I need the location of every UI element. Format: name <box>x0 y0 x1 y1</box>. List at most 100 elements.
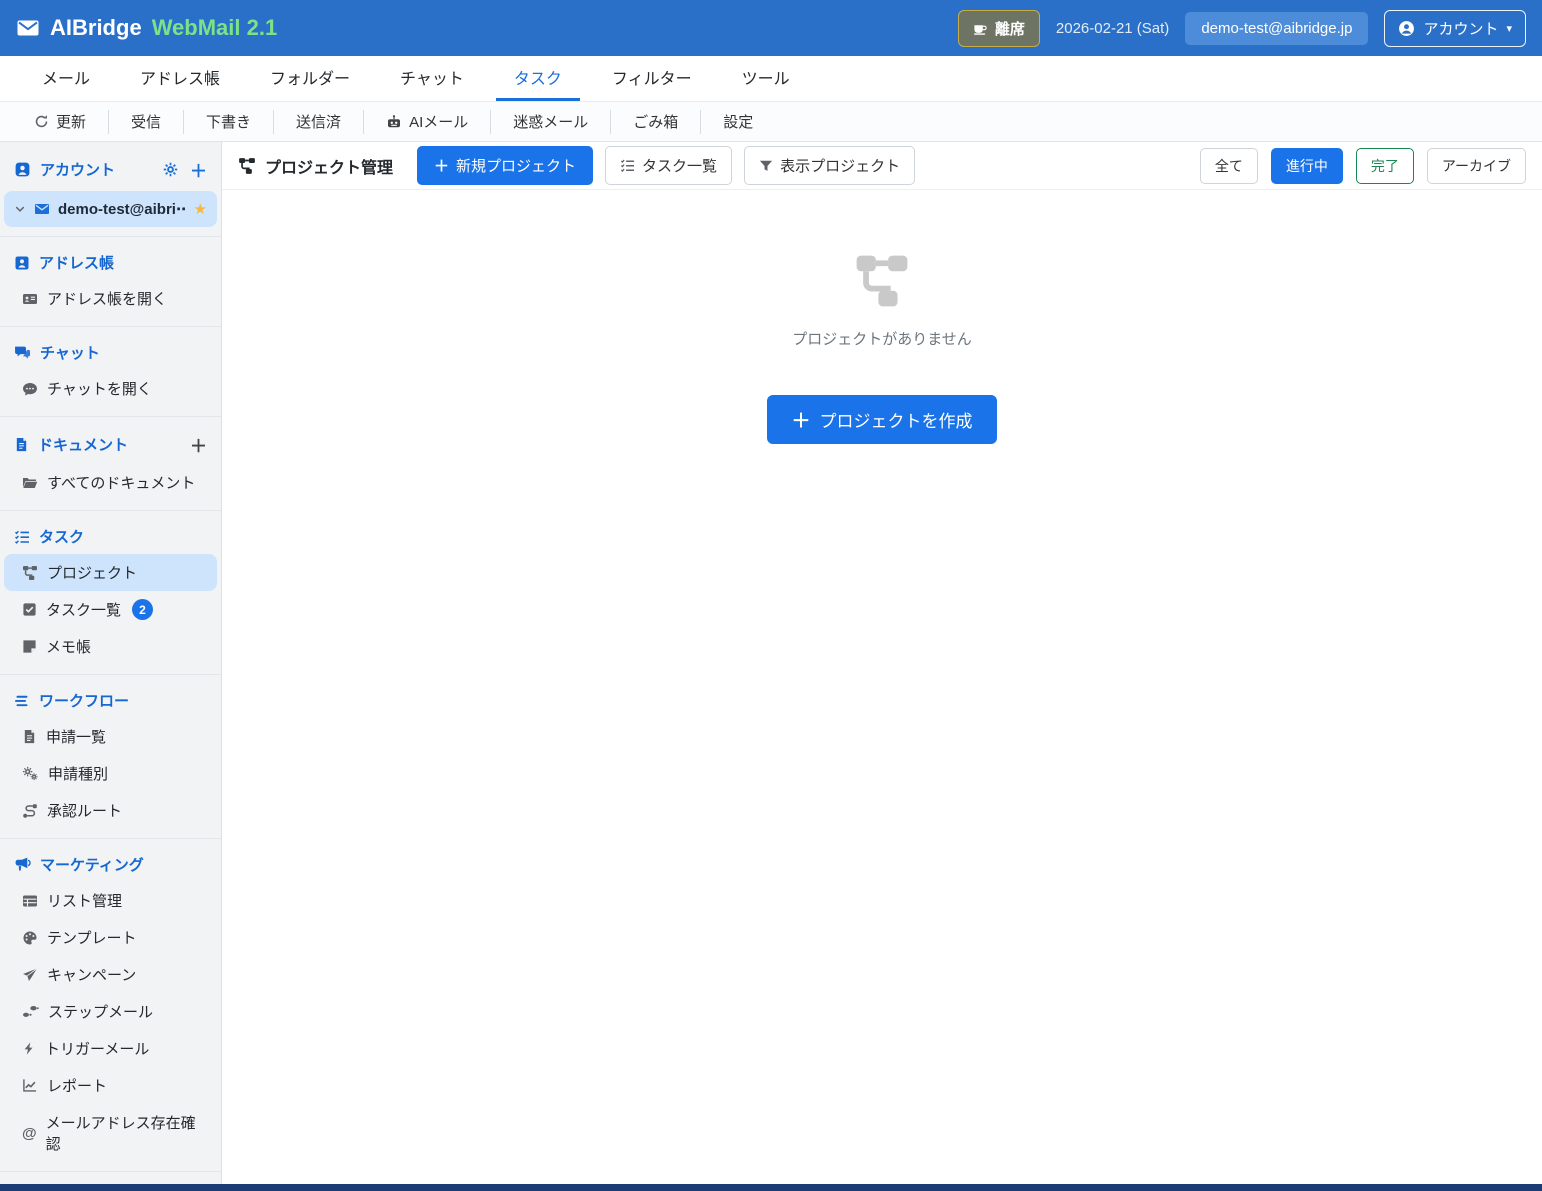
palette-icon <box>22 930 38 946</box>
logged-in-email: demo-test@aibridge.jp <box>1185 12 1368 45</box>
sidebar-item-campaigns[interactable]: キャンペーン <box>0 956 221 993</box>
current-date: 2026-02-21 (Sat) <box>1056 20 1169 37</box>
trash-button[interactable]: ごみ箱 <box>611 110 701 134</box>
envelope-icon <box>34 201 50 217</box>
sidebar-item-projects[interactable]: プロジェクト <box>4 554 217 591</box>
tab-tasks[interactable]: タスク <box>496 56 580 101</box>
section-tasks: タスク プロジェクト タスク一覧 2 <box>0 511 221 675</box>
gears-icon <box>22 765 39 782</box>
tab-tools[interactable]: ツール <box>724 56 808 101</box>
plus-icon[interactable]: ＋ <box>190 157 207 182</box>
content-panel: プロジェクト管理 ＋ 新規プロジェクト タスク一覧 表示プロジェクト <box>222 142 1542 1191</box>
brand: AIBridge WebMail 2.1 <box>16 15 277 41</box>
refresh-button[interactable]: 更新 <box>12 110 109 134</box>
inbox-button[interactable]: 受信 <box>109 110 184 134</box>
filter-all-button[interactable]: 全て <box>1200 148 1258 184</box>
note-icon <box>22 639 37 654</box>
filter-icon <box>759 159 773 173</box>
route-icon <box>22 803 38 819</box>
sidebar-item-all-documents[interactable]: すべてのドキュメント <box>0 464 221 501</box>
shoe-prints-icon <box>22 1004 39 1019</box>
coffee-cup-icon <box>973 21 988 36</box>
envelope-icon <box>16 16 40 40</box>
sidebar-item-task-list[interactable]: タスク一覧 2 <box>0 591 221 628</box>
stream-icon <box>14 693 30 709</box>
ai-mail-button[interactable]: AIメール <box>364 110 491 134</box>
tab-chat[interactable]: チャット <box>382 56 482 101</box>
sidebar-item-email-verification[interactable]: @ メールアドレス存在確認 <box>0 1104 221 1162</box>
filter-archive-button[interactable]: アーカイブ <box>1427 148 1526 184</box>
create-project-button[interactable]: ＋ プロジェクトを作成 <box>767 395 996 444</box>
sidebar-item-list-management[interactable]: リスト管理 <box>0 882 221 919</box>
content-header: プロジェクト管理 ＋ 新規プロジェクト タスク一覧 表示プロジェクト <box>222 142 1542 190</box>
show-project-button[interactable]: 表示プロジェクト <box>744 146 915 185</box>
tab-filters[interactable]: フィルター <box>594 56 710 101</box>
new-project-button[interactable]: ＋ 新規プロジェクト <box>417 146 593 185</box>
section-workflow: ワークフロー 申請一覧 申請種別 <box>0 675 221 839</box>
user-icon <box>14 161 31 178</box>
sidebar: アカウント ＋ demo-test@aibri⋯ <box>0 142 222 1191</box>
away-status-badge[interactable]: 離席 <box>958 10 1040 47</box>
section-addressbook: アドレス帳 アドレス帳を開く <box>0 237 221 327</box>
sidebar-item-approval-route[interactable]: 承認ルート <box>0 792 221 829</box>
sidebar-item-reports[interactable]: レポート <box>0 1067 221 1104</box>
drafts-button[interactable]: 下書き <box>184 110 274 134</box>
bolt-icon <box>22 1041 36 1056</box>
plus-icon[interactable]: ＋ <box>190 432 207 457</box>
account-menu-label: アカウント <box>1423 18 1498 39</box>
sidebar-item-open-chat[interactable]: チャットを開く <box>0 370 221 407</box>
section-account: アカウント ＋ demo-test@aibri⋯ <box>0 142 221 237</box>
section-chat: チャット チャットを開く <box>0 327 221 417</box>
plus-icon: ＋ <box>434 155 449 176</box>
settings-button[interactable]: 設定 <box>701 110 775 134</box>
file-lines-icon <box>22 729 37 744</box>
at-icon: @ <box>22 1126 37 1141</box>
sidebar-item-request-types[interactable]: 申請種別 <box>0 755 221 792</box>
mail-toolbar: 更新 受信 下書き 送信済 AIメール 迷惑メール ごみ箱 設定 <box>0 102 1542 142</box>
main-nav-tabs: メール アドレス帳 フォルダー チャット タスク フィルター ツール <box>0 56 1542 102</box>
filter-in-progress-button[interactable]: 進行中 <box>1271 148 1343 184</box>
list-check-icon <box>620 158 635 173</box>
top-header-bar: AIBridge WebMail 2.1 離席 2026-02-21 (Sat)… <box>0 0 1542 56</box>
spam-button[interactable]: 迷惑メール <box>491 110 611 134</box>
sent-button[interactable]: 送信済 <box>274 110 364 134</box>
sidebar-item-notepad[interactable]: メモ帳 <box>0 628 221 665</box>
task-list-button[interactable]: タスク一覧 <box>605 146 732 185</box>
gear-icon[interactable] <box>163 162 178 177</box>
sidebar-item-open-addressbook[interactable]: アドレス帳を開く <box>0 280 221 317</box>
chevron-down-icon: ▾ <box>1506 22 1512 35</box>
section-chat-header: チャット <box>0 335 221 370</box>
project-diagram-icon <box>238 157 256 175</box>
sidebar-item-account-email[interactable]: demo-test@aibri⋯ ★ <box>4 191 217 227</box>
sidebar-item-step-mail[interactable]: ステップメール <box>0 993 221 1030</box>
header-right-group: 離席 2026-02-21 (Sat) demo-test@aibridge.j… <box>958 10 1526 47</box>
section-addressbook-header: アドレス帳 <box>0 245 221 280</box>
id-card-icon <box>22 291 38 307</box>
person-circle-icon <box>1398 20 1415 37</box>
tab-mail[interactable]: メール <box>24 56 108 101</box>
folder-open-icon <box>22 475 38 491</box>
sidebar-item-templates[interactable]: テンプレート <box>0 919 221 956</box>
file-icon <box>14 437 29 452</box>
comment-dots-icon <box>22 381 38 397</box>
main-area: アカウント ＋ demo-test@aibri⋯ <box>0 142 1542 1191</box>
filter-done-button[interactable]: 完了 <box>1356 148 1414 184</box>
empty-state-message: プロジェクトがありません <box>792 328 972 349</box>
bottom-edge-bar <box>0 1184 1542 1191</box>
section-documents: ドキュメント ＋ すべてのドキュメント <box>0 417 221 511</box>
tab-folders[interactable]: フォルダー <box>252 56 368 101</box>
section-marketing: マーケティング リスト管理 テンプレート <box>0 839 221 1172</box>
brand-version: WebMail 2.1 <box>152 15 278 41</box>
list-check-icon <box>14 529 30 545</box>
account-menu-button[interactable]: アカウント ▾ <box>1384 10 1526 47</box>
tab-addressbook[interactable]: アドレス帳 <box>122 56 238 101</box>
table-list-icon <box>22 893 38 909</box>
refresh-icon <box>34 114 49 129</box>
section-workflow-header: ワークフロー <box>0 683 221 718</box>
section-documents-header: ドキュメント ＋ <box>0 425 221 464</box>
star-icon[interactable]: ★ <box>194 200 207 218</box>
sidebar-item-request-list[interactable]: 申請一覧 <box>0 718 221 755</box>
chart-line-icon <box>22 1078 38 1093</box>
sidebar-item-trigger-mail[interactable]: トリガーメール <box>0 1030 221 1067</box>
brand-name: AIBridge <box>50 15 142 41</box>
